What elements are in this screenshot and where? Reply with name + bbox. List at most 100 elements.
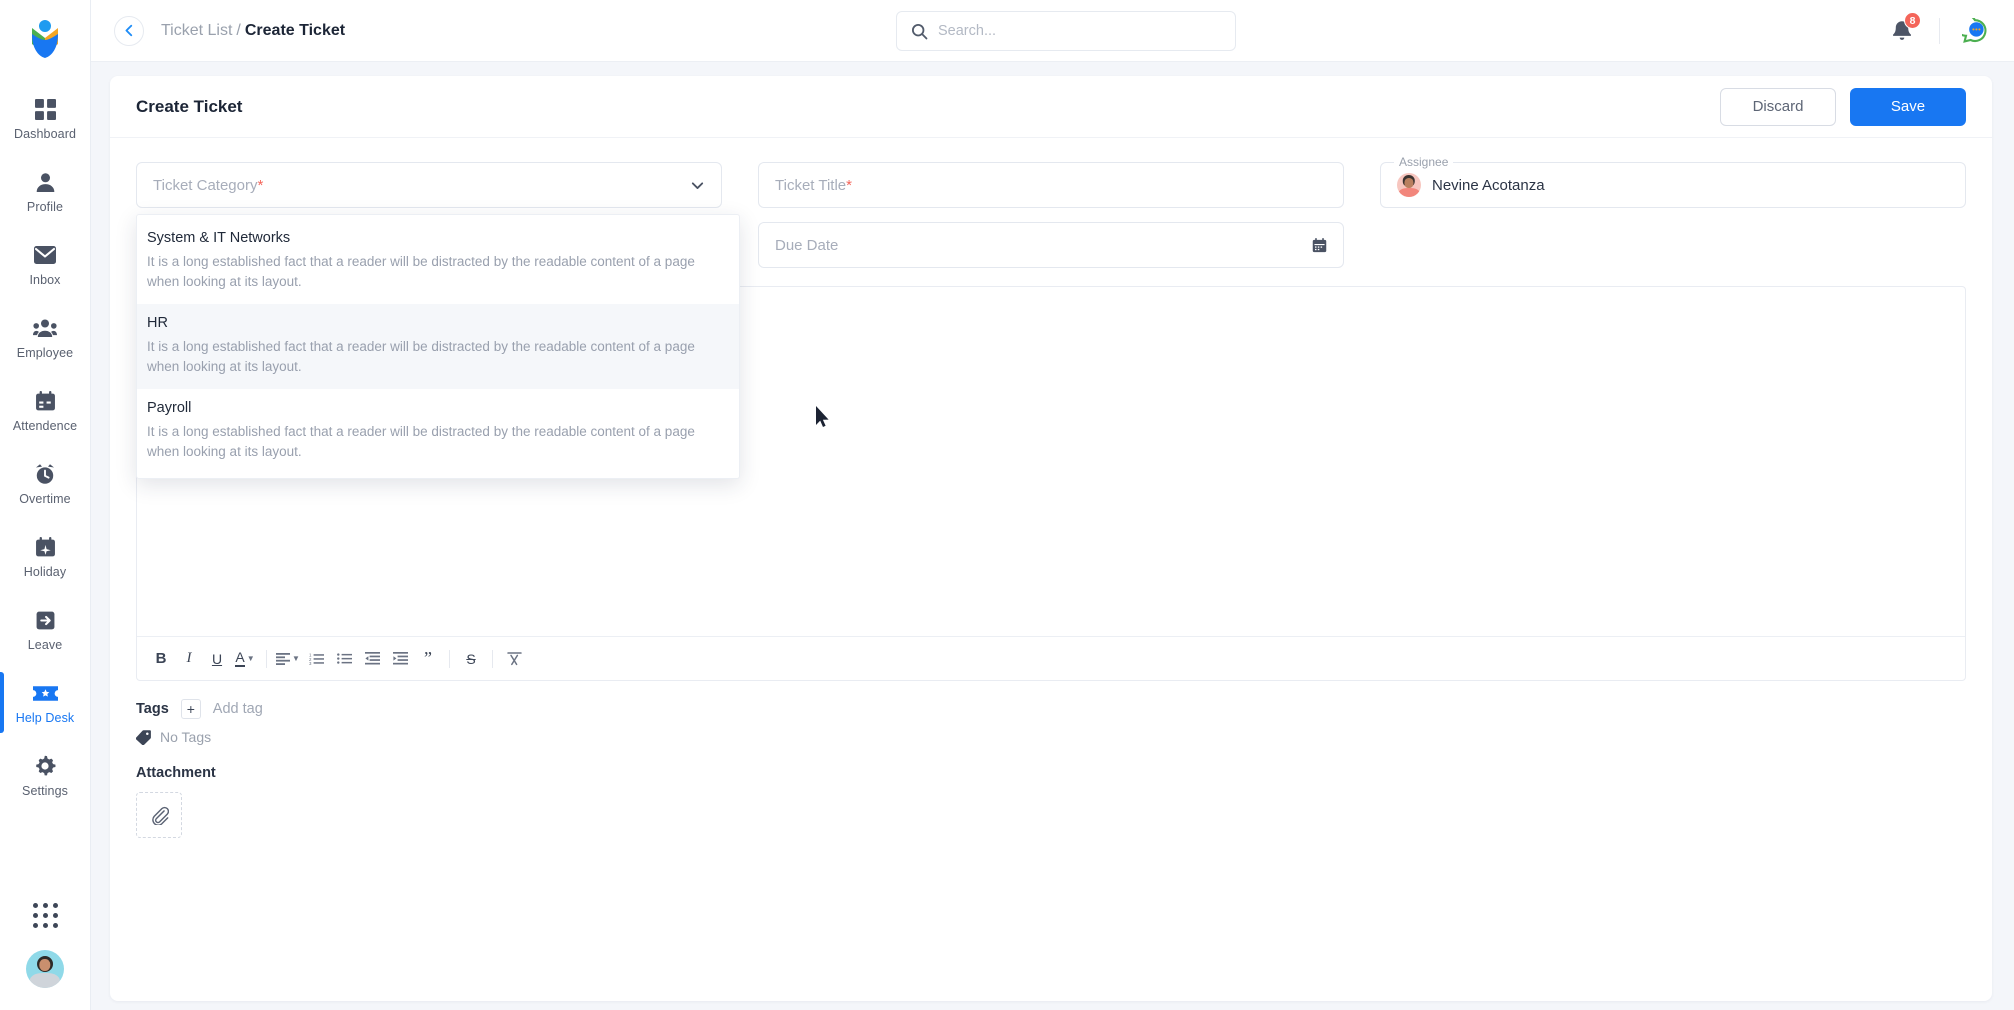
apps-dot xyxy=(32,903,38,908)
sidebar-item-label: Overtime xyxy=(19,492,71,506)
editor-toolbar-group-clear xyxy=(500,645,528,673)
assignee-field[interactable]: Assignee Nevine Acotanza xyxy=(1380,155,1966,208)
sidebar-item-employee[interactable]: Employee xyxy=(0,301,91,374)
apps-dot xyxy=(32,923,38,928)
person-icon xyxy=(35,169,56,195)
divider xyxy=(1939,18,1940,44)
sidebar-item-label: Inbox xyxy=(29,273,61,287)
search-container xyxy=(896,11,1236,51)
calendar-icon[interactable] xyxy=(1312,237,1327,253)
search-icon xyxy=(911,23,928,40)
back-button[interactable] xyxy=(114,15,144,46)
sidebar-item-label: Help Desk xyxy=(15,711,75,725)
chat-button[interactable] xyxy=(1958,14,1992,48)
sidebar-item-attendence[interactable]: Attendence xyxy=(0,374,91,447)
apps-dot xyxy=(52,903,58,908)
notification-badge: 8 xyxy=(1904,12,1921,29)
align-button[interactable]: ▼ xyxy=(274,645,302,673)
apps-dot xyxy=(42,923,48,928)
category-option-hr[interactable]: HR It is a long established fact that a … xyxy=(137,304,739,390)
notifications-button[interactable]: 8 xyxy=(1883,12,1921,50)
assignee-name: Nevine Acotanza xyxy=(1432,176,1545,194)
category-option-title: HR xyxy=(147,315,168,332)
exit-arrow-icon xyxy=(35,607,56,633)
search-input[interactable] xyxy=(938,23,1221,39)
divider xyxy=(492,649,493,668)
chat-bubble-icon xyxy=(1962,18,1987,43)
apps-dot xyxy=(52,923,58,928)
ordered-list-button[interactable]: 123 xyxy=(302,645,330,673)
apps-dot xyxy=(52,913,58,918)
strikethrough-button[interactable]: S xyxy=(457,645,485,673)
underline-button[interactable]: U xyxy=(203,645,231,673)
unordered-list-button[interactable] xyxy=(330,645,358,673)
category-option-description: It is a long established fact that a rea… xyxy=(147,339,695,374)
sidebar-item-label: Settings xyxy=(22,784,68,798)
assignee-avatar-body xyxy=(1398,187,1420,197)
attachment-label: Attachment xyxy=(136,765,216,781)
breadcrumb-ticket-list[interactable]: Ticket List xyxy=(161,22,232,40)
chevron-down-icon xyxy=(690,178,705,193)
assignee-label: Assignee xyxy=(1394,155,1454,169)
calendar-plane-icon xyxy=(35,534,56,560)
grid-icon xyxy=(34,96,56,122)
category-option-system-it-networks[interactable]: System & IT Networks It is a long establ… xyxy=(137,219,739,304)
discard-button[interactable]: Discard xyxy=(1720,87,1836,126)
page-title: Create Ticket xyxy=(136,96,243,116)
ticket-category-dropdown: System & IT Networks It is a long establ… xyxy=(136,214,740,480)
text-color-button[interactable]: A ▼ xyxy=(231,645,259,673)
bold-button[interactable]: B xyxy=(147,645,175,673)
topbar-actions: 8 xyxy=(1883,0,1992,62)
sidebar-item-label: Dashboard xyxy=(13,127,77,141)
create-ticket-card: Create Ticket Discard Save Ticket Catego… xyxy=(110,76,1992,1001)
sidebar-item-overtime[interactable]: Overtime xyxy=(0,447,91,520)
assignee-avatar xyxy=(1397,173,1421,197)
outdent-button[interactable] xyxy=(358,645,386,673)
indent-button[interactable] xyxy=(386,645,414,673)
add-tag-button[interactable]: + xyxy=(180,699,201,719)
assignee-column: Assignee Nevine Acotanza xyxy=(1380,155,1966,268)
add-tag-label[interactable]: Add tag xyxy=(213,701,263,717)
attachment-upload-button[interactable] xyxy=(136,792,182,838)
sidebar-item-dashboard[interactable]: Dashboard xyxy=(0,82,91,155)
sidebar-item-help-desk[interactable]: Help Desk xyxy=(0,666,91,739)
apps-grid-icon[interactable] xyxy=(32,903,58,928)
sidebar-item-inbox[interactable]: Inbox xyxy=(0,228,91,301)
chevron-left-icon xyxy=(125,24,132,37)
sidebar-item-label: Employee xyxy=(16,346,74,360)
apps-dot xyxy=(42,913,48,918)
sidebar-item-settings[interactable]: Settings xyxy=(0,739,91,812)
breadcrumb-separator: / xyxy=(236,21,241,39)
ticket-star-icon xyxy=(32,680,58,706)
brand-logo[interactable] xyxy=(22,14,68,60)
ticket-title-input[interactable]: Ticket Title * xyxy=(758,162,1344,208)
tulip-logo-icon xyxy=(32,20,58,58)
envelope-icon xyxy=(34,242,56,268)
top-bar: Ticket List / Create Ticket 8 xyxy=(91,0,2014,62)
divider xyxy=(266,649,267,668)
save-button[interactable]: Save xyxy=(1850,87,1966,126)
card-header: Create Ticket Discard Save xyxy=(110,76,1992,138)
category-option-description: It is a long established fact that a rea… xyxy=(147,254,695,289)
italic-button[interactable]: I xyxy=(175,645,203,673)
people-icon xyxy=(33,315,57,341)
search-box[interactable] xyxy=(896,11,1236,51)
apps-dot xyxy=(42,903,48,908)
blockquote-button[interactable]: ” xyxy=(414,645,442,673)
avatar[interactable] xyxy=(26,950,64,988)
sidebar-item-leave[interactable]: Leave xyxy=(0,593,91,666)
category-option-title: System & IT Networks xyxy=(147,230,291,246)
card-body: Ticket Category * System & IT Networks It… xyxy=(110,138,1992,838)
title-date-column: Ticket Title * Due Date xyxy=(758,162,1344,268)
due-date-input[interactable]: Due Date xyxy=(758,222,1344,268)
sidebar-item-holiday[interactable]: Holiday xyxy=(0,520,91,593)
calendar-icon xyxy=(35,388,56,414)
ticket-category-select[interactable]: Ticket Category * xyxy=(136,162,722,208)
editor-toolbar: B I U A ▼ ▼ 1 2 3 ” S xyxy=(137,636,1965,680)
clear-format-button[interactable] xyxy=(500,645,528,673)
card-actions: Discard Save xyxy=(1720,87,1966,126)
alarm-clock-icon xyxy=(34,461,56,487)
sidebar-item-profile[interactable]: Profile xyxy=(0,155,91,228)
category-option-payroll[interactable]: Payroll It is a long established fact th… xyxy=(137,389,739,474)
paperclip-icon xyxy=(151,806,169,825)
